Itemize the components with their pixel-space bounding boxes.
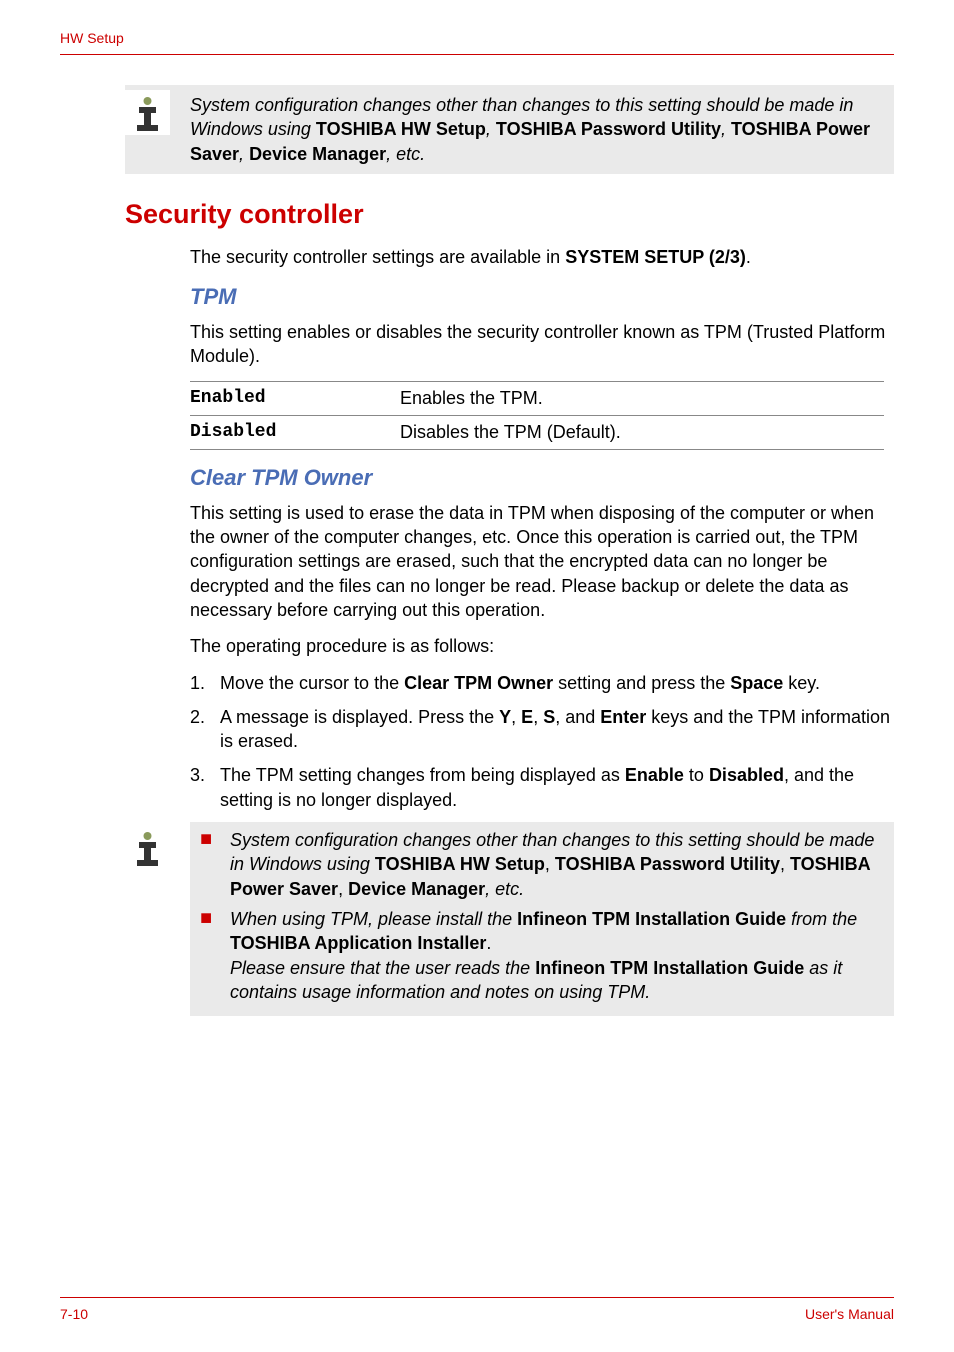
t: , (533, 707, 543, 727)
info-note-content: ■ System configuration changes other tha… (190, 822, 894, 1016)
bullet-item: ■ When using TPM, please install the Inf… (200, 907, 884, 1004)
list-item: 2. A message is displayed. Press the Y, … (190, 705, 894, 754)
info-note-1: System configuration changes other than … (125, 85, 894, 174)
section-title-security-controller: Security controller (125, 199, 894, 230)
t: . (486, 933, 491, 953)
t: Device Manager (348, 879, 485, 899)
table-row: Enabled Enables the TPM. (190, 381, 884, 415)
t: S (543, 707, 555, 727)
list-text: Move the cursor to the Clear TPM Owner s… (220, 671, 894, 695)
t: Move the cursor to the (220, 673, 404, 693)
t: TOSHIBA Password Utility (555, 854, 780, 874)
t: Space (730, 673, 783, 693)
t: , (511, 707, 521, 727)
tpm-description: This setting enables or disables the sec… (190, 320, 894, 369)
t: TOSHIBA HW Setup (375, 854, 545, 874)
list-number: 2. (190, 705, 220, 754)
t: Please ensure that the user reads the (230, 958, 535, 978)
t: key. (783, 673, 820, 693)
info-note-2: ■ System configuration changes other tha… (125, 822, 894, 1016)
t: , etc. (485, 879, 524, 899)
bullet-icon: ■ (200, 828, 230, 901)
t: , and (555, 707, 600, 727)
list-item: 1. Move the cursor to the Clear TPM Owne… (190, 671, 894, 695)
list-number: 3. (190, 763, 220, 812)
t: The TPM setting changes from being displ… (220, 765, 625, 785)
t: , (780, 854, 790, 874)
list-text: A message is displayed. Press the Y, E , … (220, 705, 894, 754)
info-icon (125, 825, 170, 870)
info-icon (125, 90, 170, 135)
clear-tpm-description: This setting is used to erase the data i… (190, 501, 894, 622)
list-item: 3. The TPM setting changes from being di… (190, 763, 894, 812)
procedure-list: 1. Move the cursor to the Clear TPM Owne… (190, 671, 894, 812)
sep: , (721, 119, 731, 139)
bullet-text: System configuration changes other than … (230, 828, 884, 901)
page-number: 7-10 (60, 1306, 88, 1322)
note1-bold1: TOSHIBA HW Setup (316, 119, 486, 139)
manual-label: User's Manual (805, 1306, 894, 1322)
note1-bold4: Device Manager (249, 144, 386, 164)
t: to (684, 765, 709, 785)
t: When using TPM, please install the (230, 909, 517, 929)
t: Clear TPM Owner (404, 673, 553, 693)
bullet-item: ■ System configuration changes other tha… (200, 828, 884, 901)
t: TOSHIBA Application Installer (230, 933, 486, 953)
t: Enable (625, 765, 684, 785)
page-footer: 7-10 User's Manual (60, 1297, 894, 1322)
intro-a: The security controller settings are ava… (190, 247, 565, 267)
intro-c: . (746, 247, 751, 267)
procedure-intro: The operating procedure is as follows: (190, 634, 894, 658)
note1-bold2: TOSHIBA Password Utility (496, 119, 721, 139)
sep: , (239, 144, 249, 164)
intro-b: SYSTEM SETUP (2/3) (565, 247, 746, 267)
t: Y (499, 707, 511, 727)
t: Disabled (709, 765, 784, 785)
page-header: HW Setup (60, 30, 894, 55)
bullet-icon: ■ (200, 907, 230, 1004)
t: setting and press the (553, 673, 730, 693)
info-note-text: System configuration changes other than … (190, 87, 884, 172)
sep: , (486, 119, 496, 139)
tpm-settings-table: Enabled Enables the TPM. Disabled Disabl… (190, 381, 884, 450)
table-row: Disabled Disables the TPM (Default). (190, 415, 884, 450)
intro-text: The security controller settings are ava… (190, 245, 894, 269)
note1-end: , etc. (386, 144, 425, 164)
t: from the (786, 909, 857, 929)
table-key-disabled: Disabled (190, 422, 400, 443)
t: Infineon TPM Installation Guide (517, 909, 786, 929)
t: , (545, 854, 555, 874)
t: , (338, 879, 348, 899)
t: Infineon TPM Installation Guide (535, 958, 804, 978)
t: Enter (600, 707, 646, 727)
bullet-text: When using TPM, please install the Infin… (230, 907, 884, 1004)
table-key-enabled: Enabled (190, 388, 400, 409)
t: E (521, 707, 533, 727)
subsection-clear-tpm-title: Clear TPM Owner (190, 465, 894, 491)
subsection-tpm-title: TPM (190, 284, 894, 310)
table-val-enabled: Enables the TPM. (400, 388, 884, 409)
t: A message is displayed. Press the (220, 707, 499, 727)
list-number: 1. (190, 671, 220, 695)
list-text: The TPM setting changes from being displ… (220, 763, 894, 812)
table-val-disabled: Disables the TPM (Default). (400, 422, 884, 443)
